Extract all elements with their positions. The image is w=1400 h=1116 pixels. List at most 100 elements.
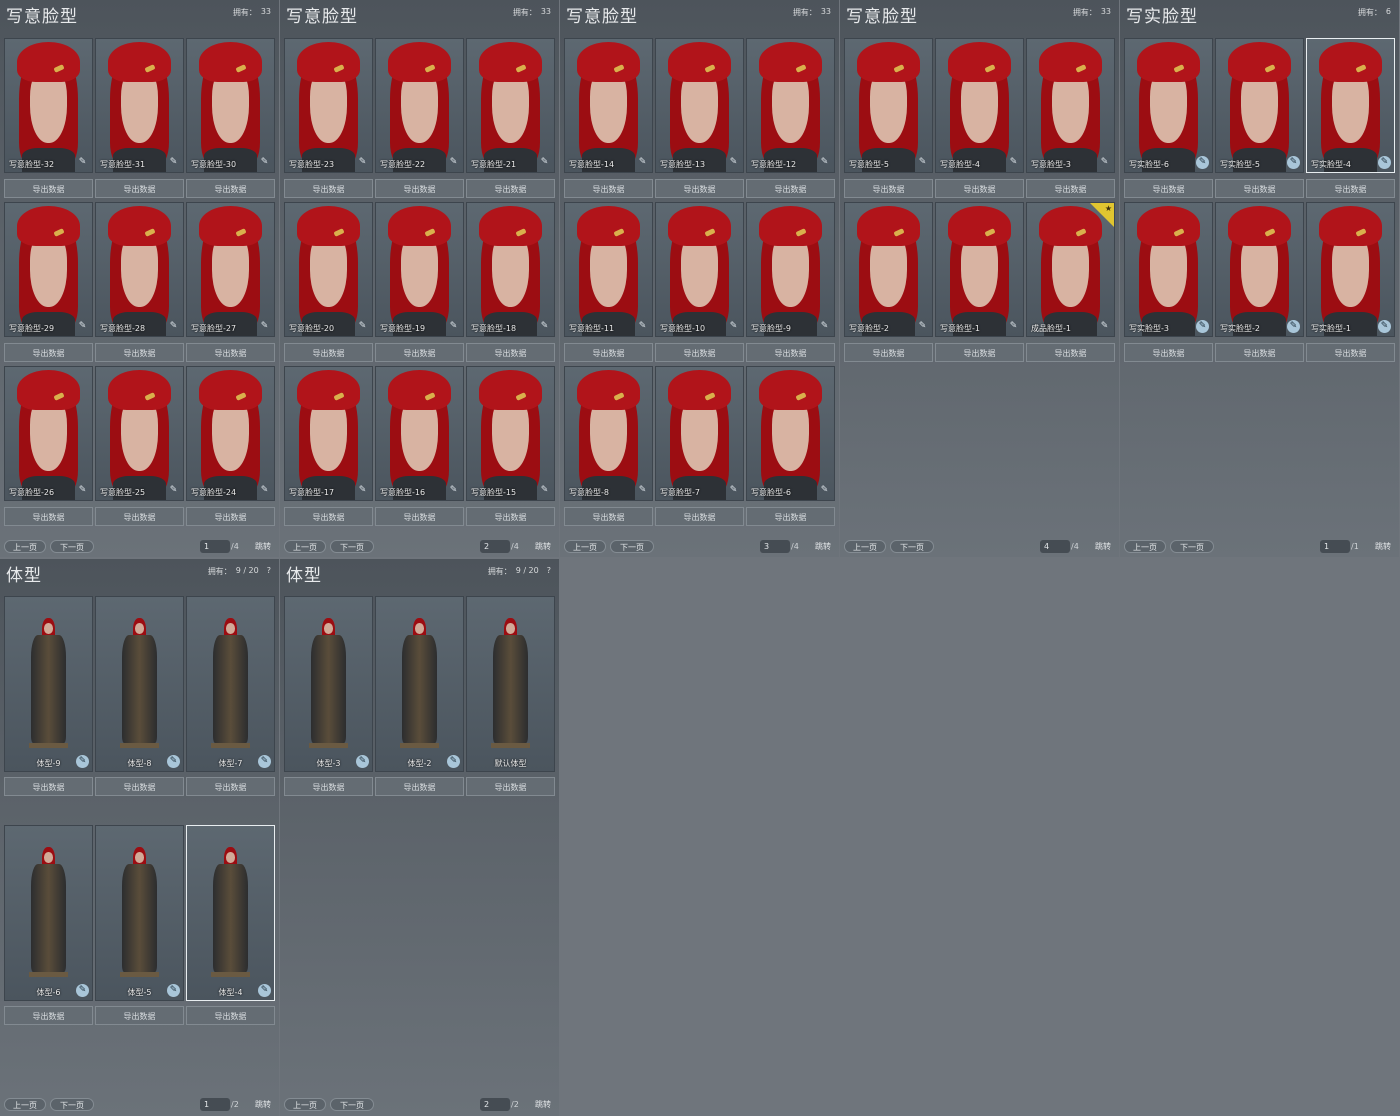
item-card[interactable]: 体型-8 ✎ 导出数据 [95,596,184,796]
prev-page-button[interactable]: 上一页 [4,1098,46,1111]
export-data-button[interactable]: 导出数据 [1306,343,1395,362]
edit-pen-icon[interactable]: ✎ [447,484,460,497]
body-thumbnail[interactable]: 体型-7 ✎ [186,596,275,772]
export-data-button[interactable]: 导出数据 [375,179,464,198]
export-data-button[interactable]: 导出数据 [466,343,555,362]
edit-pen-icon[interactable]: ✎ [636,156,649,169]
edit-pen-icon[interactable]: ✎ [356,320,369,333]
face-thumbnail[interactable]: 写意脸型-21 ✎ [466,38,555,173]
export-data-button[interactable]: 导出数据 [4,343,93,362]
export-data-button[interactable]: 导出数据 [655,507,744,526]
export-data-button[interactable]: 导出数据 [655,179,744,198]
face-thumbnail[interactable]: 写意脸型-17 ✎ [284,366,373,501]
edit-pen-icon[interactable]: ✎ [727,156,740,169]
edit-pen-icon[interactable]: ✎ [167,156,180,169]
item-card[interactable]: 写意脸型-2 ✎ 导出数据 [844,202,933,362]
body-thumbnail[interactable]: 体型-4 ✎ [186,825,275,1001]
export-data-button[interactable]: 导出数据 [1215,343,1304,362]
face-thumbnail[interactable]: 写意脸型-32 ✎ [4,38,93,173]
item-card[interactable]: 写意脸型-11 ✎ 导出数据 [564,202,653,362]
edit-pen-icon[interactable]: ✎ [727,484,740,497]
face-thumbnail[interactable]: 写意脸型-26 ✎ [4,366,93,501]
face-thumbnail[interactable]: 写意脸型-1 ✎ [935,202,1024,337]
edit-pen-icon[interactable]: ✎ [76,320,89,333]
edit-pen-icon[interactable]: ✎ [167,320,180,333]
face-thumbnail[interactable]: 写实脸型-5 ✎ [1215,38,1304,173]
item-card[interactable]: 写意脸型-18 ✎ 导出数据 [466,202,555,362]
item-card[interactable]: 写实脸型-1 ✎ 导出数据 [1306,202,1395,362]
face-thumbnail[interactable]: 写意脸型-9 ✎ [746,202,835,337]
export-data-button[interactable]: 导出数据 [186,507,275,526]
item-card[interactable]: 写意脸型-17 ✎ 导出数据 [284,366,373,526]
edit-pen-icon[interactable]: ✎ [538,320,551,333]
item-card[interactable]: 写意脸型-15 ✎ 导出数据 [466,366,555,526]
export-data-button[interactable]: 导出数据 [186,179,275,198]
export-data-button[interactable]: 导出数据 [4,507,93,526]
item-card[interactable]: 默认体型 导出数据 [466,596,555,796]
face-thumbnail[interactable]: 写实脸型-2 ✎ [1215,202,1304,337]
item-card[interactable]: 写意脸型-12 ✎ 导出数据 [746,38,835,198]
item-card[interactable]: 写意脸型-21 ✎ 导出数据 [466,38,555,198]
edit-pen-icon[interactable]: ✎ [76,484,89,497]
face-thumbnail[interactable]: 写意脸型-6 ✎ [746,366,835,501]
body-thumbnail[interactable]: 体型-6 ✎ [4,825,93,1001]
face-thumbnail[interactable]: 写实脸型-3 ✎ [1124,202,1213,337]
item-card[interactable]: 体型-7 ✎ 导出数据 [186,596,275,796]
edit-pen-icon[interactable]: ✎ [1196,156,1209,169]
export-data-button[interactable]: 导出数据 [284,777,373,796]
export-data-button[interactable]: 导出数据 [746,179,835,198]
edit-pen-icon[interactable]: ✎ [636,484,649,497]
edit-pen-icon[interactable]: ✎ [356,484,369,497]
edit-pen-icon[interactable]: ✎ [636,320,649,333]
face-thumbnail[interactable]: 成品脸型-1 ✎ ★ [1026,202,1115,337]
edit-pen-icon[interactable]: ✎ [818,484,831,497]
item-card[interactable]: 体型-6 ✎ 导出数据 [4,825,93,1025]
export-data-button[interactable]: 导出数据 [284,507,373,526]
edit-pen-icon[interactable]: ✎ [1378,320,1391,333]
export-data-button[interactable]: 导出数据 [1124,343,1213,362]
face-thumbnail[interactable]: 写意脸型-8 ✎ [564,366,653,501]
face-thumbnail[interactable]: 写意脸型-29 ✎ [4,202,93,337]
item-card[interactable]: 写意脸型-28 ✎ 导出数据 [95,202,184,362]
export-data-button[interactable]: 导出数据 [1306,179,1395,198]
export-data-button[interactable]: 导出数据 [4,179,93,198]
export-data-button[interactable]: 导出数据 [564,179,653,198]
page-number-input[interactable]: 3 [760,540,790,553]
edit-pen-icon[interactable]: ✎ [1098,320,1111,333]
face-thumbnail[interactable]: 写意脸型-18 ✎ [466,202,555,337]
item-card[interactable]: 成品脸型-1 ✎ ★ 导出数据 [1026,202,1115,362]
jump-button[interactable]: 跳转 [1095,540,1111,553]
face-thumbnail[interactable]: 写意脸型-2 ✎ [844,202,933,337]
jump-button[interactable]: 跳转 [535,1098,551,1111]
item-card[interactable]: 写意脸型-31 ✎ 导出数据 [95,38,184,198]
face-thumbnail[interactable]: 写意脸型-7 ✎ [655,366,744,501]
export-data-button[interactable]: 导出数据 [746,507,835,526]
export-data-button[interactable]: 导出数据 [1026,343,1115,362]
export-data-button[interactable]: 导出数据 [95,179,184,198]
item-card[interactable]: 写意脸型-8 ✎ 导出数据 [564,366,653,526]
export-data-button[interactable]: 导出数据 [375,777,464,796]
face-thumbnail[interactable]: 写实脸型-6 ✎ [1124,38,1213,173]
edit-pen-icon[interactable]: ✎ [1287,320,1300,333]
export-data-button[interactable]: 导出数据 [186,1006,275,1025]
edit-pen-icon[interactable]: ✎ [76,156,89,169]
next-page-button[interactable]: 下一页 [330,540,374,553]
edit-pen-icon[interactable]: ✎ [258,484,271,497]
edit-pen-icon[interactable]: ✎ [818,320,831,333]
jump-button[interactable]: 跳转 [255,1098,271,1111]
body-thumbnail[interactable]: 体型-3 ✎ [284,596,373,772]
item-card[interactable]: 写意脸型-26 ✎ 导出数据 [4,366,93,526]
body-thumbnail[interactable]: 体型-5 ✎ [95,825,184,1001]
item-card[interactable]: 体型-3 ✎ 导出数据 [284,596,373,796]
face-thumbnail[interactable]: 写意脸型-20 ✎ [284,202,373,337]
export-data-button[interactable]: 导出数据 [284,179,373,198]
item-card[interactable]: 写意脸型-24 ✎ 导出数据 [186,366,275,526]
item-card[interactable]: 写意脸型-3 ✎ 导出数据 [1026,38,1115,198]
item-card[interactable]: 写意脸型-4 ✎ 导出数据 [935,38,1024,198]
prev-page-button[interactable]: 上一页 [4,540,46,553]
face-thumbnail[interactable]: 写意脸型-24 ✎ [186,366,275,501]
edit-pen-icon[interactable]: ✎ [1098,156,1111,169]
item-card[interactable]: 写实脸型-4 ✎ 导出数据 [1306,38,1395,198]
jump-button[interactable]: 跳转 [255,540,271,553]
item-card[interactable]: 写意脸型-20 ✎ 导出数据 [284,202,373,362]
